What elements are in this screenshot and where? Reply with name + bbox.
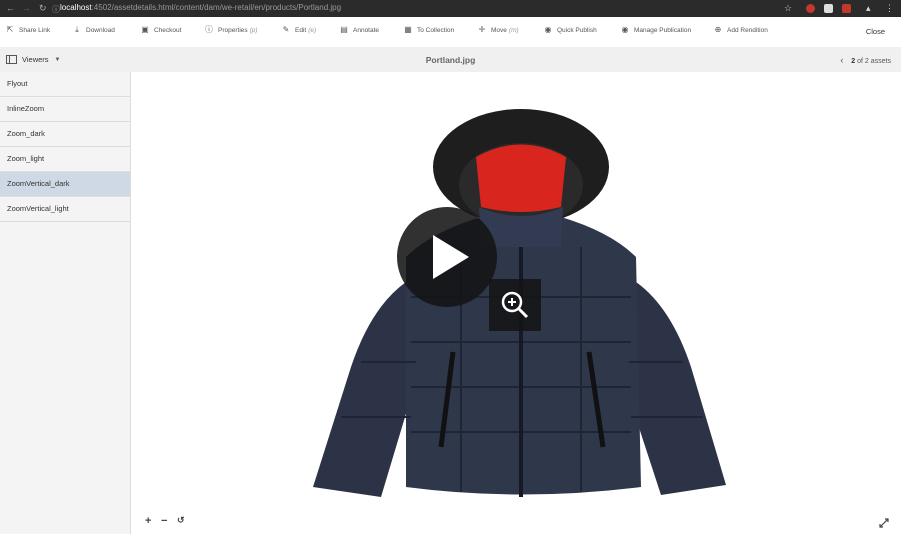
- back-icon[interactable]: ←: [6, 3, 15, 13]
- pager-current: 2: [851, 58, 856, 65]
- lock-icon: ▣: [141, 25, 149, 34]
- quick-publish-button[interactable]: ◉ Quick Publish: [544, 26, 597, 34]
- close-button[interactable]: Close: [866, 27, 885, 36]
- edit-shortcut: (e): [308, 26, 317, 34]
- add-rendition-label: Add Rendition: [727, 26, 768, 34]
- share-icon: ⇱: [6, 25, 14, 34]
- pencil-icon: ✎: [282, 25, 290, 34]
- fullscreen-icon[interactable]: [879, 518, 889, 528]
- url-path: :4502/assetdetails.html/content/dam/we-r…: [91, 3, 342, 12]
- move-icon: ✛: [478, 25, 486, 34]
- asset-title: Portland.jpg: [425, 55, 476, 65]
- shield-icon[interactable]: [842, 4, 851, 13]
- quick-publish-label: Quick Publish: [557, 26, 597, 34]
- add-rendition-button[interactable]: ⊕ Add Rendition: [714, 26, 768, 34]
- comment-icon: ▤: [340, 25, 348, 34]
- viewer-item-zoom-dark[interactable]: Zoom_dark: [0, 122, 130, 147]
- reset-icon[interactable]: ↺: [177, 515, 185, 526]
- browser-bar: ← → ↻ ⓘ localhost:4502/assetdetails.html…: [0, 0, 901, 17]
- play-button[interactable]: [397, 207, 497, 307]
- zoom-in-icon: [501, 291, 529, 319]
- viewers-list: Flyout InlineZoom Zoom_dark Zoom_light Z…: [0, 72, 131, 534]
- viewer-item-zoomvertical-dark[interactable]: ZoomVertical_dark: [0, 172, 130, 197]
- checkout-button[interactable]: ▣ Checkout: [141, 26, 181, 34]
- extension-icon[interactable]: [806, 4, 815, 13]
- manage-publication-label: Manage Publication: [634, 26, 692, 34]
- to-collection-button[interactable]: ▦ To Collection: [404, 26, 454, 34]
- info-circle-icon[interactable]: ⓘ: [52, 4, 60, 15]
- asset-viewer[interactable]: + − ↺: [131, 72, 901, 534]
- viewer-item-zoom-light[interactable]: Zoom_light: [0, 147, 130, 172]
- edit-button[interactable]: ✎ Edit (e): [282, 25, 317, 34]
- move-shortcut: (m): [508, 26, 519, 34]
- chevron-left-icon[interactable]: ‹: [840, 55, 843, 65]
- viewer-item-inlinezoom[interactable]: InlineZoom: [0, 97, 130, 122]
- move-label: Move: [491, 26, 507, 34]
- extension-icon[interactable]: [824, 4, 833, 13]
- reload-icon[interactable]: ↻: [39, 3, 47, 14]
- annotate-button[interactable]: ▤ Annotate: [340, 26, 379, 34]
- move-button[interactable]: ✛ Move (m): [478, 26, 519, 34]
- edit-label: Edit: [295, 26, 307, 34]
- account-icon[interactable]: ▴: [866, 3, 871, 14]
- manage-publication-button[interactable]: ◉ Manage Publication: [621, 25, 692, 34]
- properties-label: Properties: [218, 26, 248, 34]
- zoom-button[interactable]: [489, 279, 541, 331]
- address-bar[interactable]: localhost:4502/assetdetails.html/content…: [60, 3, 341, 12]
- to-collection-label: To Collection: [417, 26, 455, 34]
- download-icon: ⤓: [75, 25, 79, 34]
- info-icon: ⓘ: [205, 25, 213, 34]
- viewer-item-flyout[interactable]: Flyout: [0, 72, 130, 97]
- annotate-label: Annotate: [353, 26, 380, 34]
- viewer-item-zoomvertical-light[interactable]: ZoomVertical_light: [0, 197, 130, 222]
- globe-gear-icon: ◉: [621, 25, 629, 34]
- pager-text: of 2 assets: [857, 58, 891, 65]
- properties-button[interactable]: ⓘ Properties (p): [205, 26, 258, 34]
- checkout-label: Checkout: [154, 26, 182, 34]
- menu-icon[interactable]: ⋮: [885, 3, 894, 14]
- action-toolbar: ⇱ Share Link ⤓ Download ▣ Checkout ⓘ Pro…: [0, 17, 901, 47]
- download-label: Download: [86, 26, 115, 34]
- forward-icon[interactable]: →: [22, 3, 31, 13]
- zoom-in-control-icon[interactable]: +: [145, 515, 151, 527]
- url-host: localhost: [60, 3, 92, 12]
- properties-shortcut: (p): [249, 26, 258, 34]
- add-circle-icon: ⊕: [714, 25, 722, 34]
- share-link-button[interactable]: ⇱ Share Link: [6, 26, 50, 34]
- asset-header: Viewers ▼ Portland.jpg ‹ 2 of 2 assets: [0, 47, 901, 73]
- asset-pager: ‹ 2 of 2 assets: [840, 55, 891, 65]
- globe-icon: ◉: [544, 25, 552, 34]
- download-button[interactable]: ⤓ Download: [73, 26, 115, 34]
- share-link-label: Share Link: [19, 26, 51, 34]
- star-icon[interactable]: ☆: [784, 3, 792, 14]
- play-icon: [433, 235, 469, 279]
- collection-icon: ▦: [404, 25, 412, 34]
- zoom-out-control-icon[interactable]: −: [161, 515, 167, 527]
